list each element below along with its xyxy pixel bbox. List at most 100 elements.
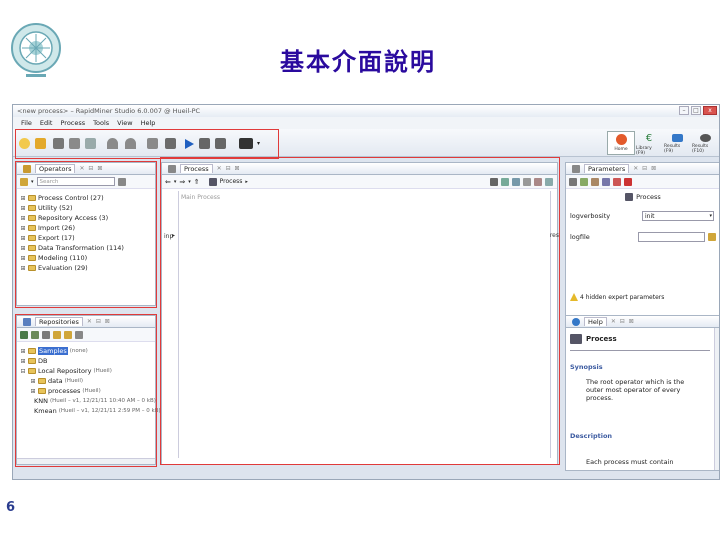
zoom-icon[interactable] [523, 178, 531, 186]
vertical-scrollbar[interactable] [714, 328, 719, 470]
repository-entry[interactable]: ⊞ data (Hueil) [20, 376, 152, 386]
pause-icon[interactable] [199, 138, 210, 149]
browse-file-icon[interactable] [708, 233, 716, 241]
expand-icon[interactable]: ⊞ [20, 245, 26, 252]
up-arrow-icon[interactable]: ⇑ [194, 178, 200, 186]
expert-mode-icon[interactable] [580, 177, 588, 186]
repository-entry[interactable]: ⊞ processes (Hueil) [20, 386, 152, 396]
save-as-icon[interactable] [69, 138, 80, 149]
expand-icon[interactable]: ⊞ [20, 348, 26, 355]
menu-help[interactable]: Help [141, 119, 156, 127]
open-icon[interactable] [35, 138, 46, 149]
redo-icon[interactable] [125, 138, 136, 149]
perspective-library[interactable]: € Library (F9) [635, 131, 663, 157]
expand-icon[interactable]: ⊟ [20, 368, 26, 375]
panel-controls-icon[interactable]: ✕ ⊟ ⊠ [633, 165, 657, 172]
breadcrumb[interactable]: Process [220, 178, 243, 185]
stop-icon[interactable] [215, 138, 226, 149]
logfile-input[interactable] [637, 232, 706, 242]
operator-group[interactable]: ⊞ Export (17) [20, 233, 152, 243]
repository-entry[interactable]: ⊞ Samples (none) [20, 346, 152, 356]
menu-view[interactable]: View [117, 119, 132, 127]
expand-icon[interactable]: ⊞ [20, 255, 26, 262]
resume-icon[interactable] [165, 138, 176, 149]
import-icon[interactable] [31, 330, 39, 339]
chevron-down-icon[interactable]: ▾ [174, 179, 177, 185]
maximize-button[interactable]: □ [691, 106, 701, 115]
export-image-icon[interactable] [545, 178, 553, 186]
menu-process[interactable]: Process [60, 119, 85, 127]
print-icon[interactable] [534, 178, 542, 186]
operators-tab[interactable]: Operators [35, 164, 76, 173]
layout-icon[interactable] [512, 178, 520, 186]
panel-controls-icon[interactable]: ✕ ⊟ ⊠ [79, 165, 103, 172]
chevron-down-icon[interactable]: ▾ [257, 140, 260, 147]
parameters-tab[interactable]: Parameters [584, 164, 630, 173]
chevron-down-icon[interactable]: ▾ [188, 179, 191, 185]
view-icon[interactable] [147, 138, 158, 149]
expand-icon[interactable]: ⊞ [30, 388, 36, 395]
menu-file[interactable]: File [21, 119, 32, 127]
expand-icon[interactable]: ⊞ [20, 205, 26, 212]
copy-icon[interactable] [85, 138, 96, 149]
expand-icon[interactable]: ⊞ [20, 215, 26, 222]
close-button[interactable]: x [703, 106, 717, 115]
results-screen-icon[interactable] [239, 138, 253, 149]
operator-group[interactable]: ⊞ Utility (52) [20, 203, 152, 213]
undo-icon[interactable] [107, 138, 118, 149]
add-repository-icon[interactable] [20, 330, 28, 339]
repository-entry[interactable]: KNN (Hueil – v1, 12/21/11 10:40 AM – 0 kB… [20, 396, 156, 406]
logverbosity-select[interactable]: init ▾ [642, 211, 714, 221]
repository-entry[interactable]: Kmean (Hueil – v1, 12/21/11 2:59 PM – 0 k… [20, 406, 161, 416]
help-tab[interactable]: Help [584, 317, 607, 326]
operator-group[interactable]: ⊞ Modeling (110) [20, 253, 152, 263]
repository-entry[interactable]: ⊞ DB [20, 356, 152, 366]
horizontal-scrollbar[interactable] [17, 458, 155, 464]
back-arrow-icon[interactable]: ⇐ [165, 178, 171, 186]
new-building-block-icon[interactable] [20, 177, 28, 186]
hidden-params-text[interactable]: 4 hidden expert parameters [580, 294, 664, 301]
menu-tools[interactable]: Tools [93, 119, 109, 127]
expand-icon[interactable]: ⊞ [20, 225, 26, 232]
run-icon[interactable] [183, 138, 195, 150]
auto-wire-icon[interactable] [490, 178, 498, 186]
repository-entry[interactable]: ⊟ Local Repository (Hueil) [20, 366, 152, 376]
repositories-tab[interactable]: Repositories [35, 317, 83, 326]
operator-group[interactable]: ⊞ Repository Access (3) [20, 213, 152, 223]
result-port[interactable]: res [550, 232, 559, 239]
panel-controls-icon[interactable]: ✕ ⊟ ⊠ [217, 165, 241, 172]
panel-controls-icon[interactable]: ✕ ⊟ ⊠ [611, 318, 635, 325]
operator-group[interactable]: ⊞ Process Control (27) [20, 193, 152, 203]
paste-params-icon[interactable] [602, 177, 610, 186]
perspective-results[interactable]: Results (F10) [691, 131, 719, 155]
operator-group[interactable]: ⊞ Data Transformation (114) [20, 243, 152, 253]
process-tab[interactable]: Process [180, 164, 213, 173]
operator-group[interactable]: ⊞ Import (26) [20, 223, 152, 233]
expand-icon[interactable]: ⊞ [20, 195, 26, 202]
process-canvas[interactable]: Main Process [178, 191, 551, 458]
menu-edit[interactable]: Edit [40, 119, 53, 127]
perspective-design[interactable]: Results (F9) [663, 131, 691, 155]
minimize-button[interactable]: – [679, 106, 689, 115]
forward-arrow-icon[interactable]: ⇒ [179, 178, 185, 186]
new-process-icon[interactable] [19, 138, 30, 149]
folder-icon[interactable] [53, 330, 61, 339]
arrange-icon[interactable] [501, 178, 509, 186]
expand-icon[interactable]: ⊞ [20, 358, 26, 365]
operator-group[interactable]: ⊞ Evaluation (29) [20, 263, 152, 273]
expand-icon[interactable]: ⊞ [20, 235, 26, 242]
panel-controls-icon[interactable]: ✕ ⊟ ⊠ [87, 318, 111, 325]
chevron-down-icon[interactable]: ▾ [31, 179, 34, 185]
search-options-icon[interactable] [117, 177, 126, 186]
sort-icon[interactable] [75, 330, 83, 339]
breakpoint-icon[interactable] [624, 177, 632, 186]
copy-params-icon[interactable] [591, 177, 599, 186]
operator-search-input[interactable]: Search [36, 177, 115, 186]
perspective-home[interactable]: Home [607, 131, 635, 155]
save-icon[interactable] [53, 138, 64, 149]
open-folder-icon[interactable] [64, 330, 72, 339]
expand-icon[interactable]: ⊞ [20, 265, 26, 272]
delete-icon[interactable] [613, 177, 621, 186]
settings-icon[interactable] [569, 177, 577, 186]
refresh-icon[interactable] [42, 330, 50, 339]
